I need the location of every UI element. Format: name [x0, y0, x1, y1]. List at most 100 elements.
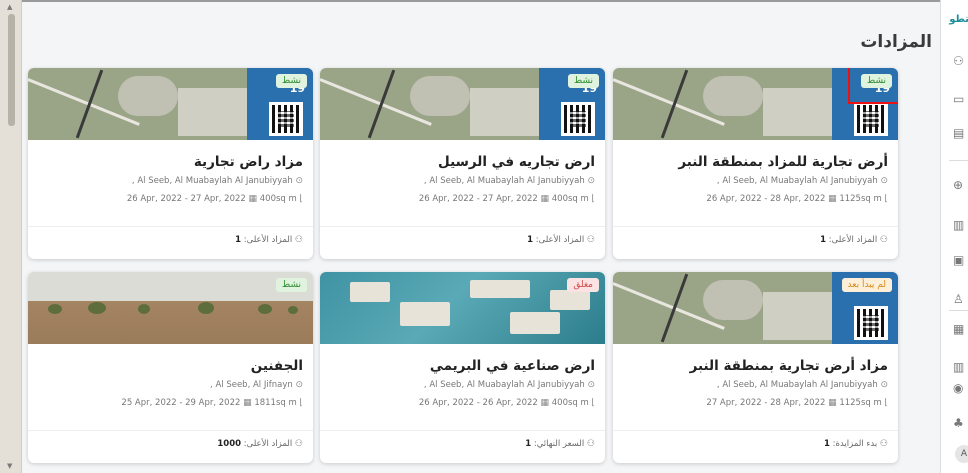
bid-value: 1000: [217, 439, 242, 449]
right-sidebar: تطو ⚇ ▭ ▤ ⊕ ▥ ▣ ♙ ▦ ▥ ◉ ♣ A: [940, 0, 968, 473]
sidebar-tab-label[interactable]: تطو: [941, 14, 968, 25]
bid-label: بدء المزايدة:: [832, 439, 878, 449]
building-icon[interactable]: ▥: [953, 218, 964, 232]
location-text: Al Seeb, Al Jifnayn ,: [210, 380, 293, 390]
auction-location: ⊙ Al Seeb, Al Muabaylah Al Janubiyyah ,: [424, 380, 595, 390]
location-pin-icon: ⊙: [587, 176, 595, 186]
auction-meta: 27 Apr, 2022 - 28 Apr, 2022 ▦ 1125sq m ⌊: [706, 398, 888, 408]
bidder-icon: ⚇: [879, 235, 888, 245]
id-card-icon[interactable]: ▭: [953, 92, 964, 106]
auction-card[interactable]: 19 نشط ارض تجاريه في الرسيل ⊙ Al Seeb, Al M…: [320, 68, 605, 259]
auction-title[interactable]: أرض تجارية للمزاد بمنطقة النبر: [678, 154, 888, 170]
calendar-icon: ▦: [540, 398, 550, 408]
calendar-icon: ▦: [828, 398, 837, 408]
document-icon[interactable]: ▣: [953, 253, 964, 267]
location-text: Al Seeb, Al Muabaylah Al Janubiyyah ,: [423, 176, 585, 186]
location-pin-icon: ⊙: [880, 176, 888, 186]
auction-location: ⊙ Al Seeb, Al Jifnayn ,: [210, 380, 303, 390]
auction-card[interactable]: 19 نشط أرض تجارية للمزاد بمنطقة النبر ⊙ Al …: [613, 68, 898, 259]
auction-location: ⊙ Al Seeb, Al Muabaylah Al Janubiyyah ,: [424, 176, 595, 186]
auction-card[interactable]: 19 نشط مزاد راض تجارية ⊙ Al Seeb, Al Muabay…: [28, 68, 313, 259]
auction-title[interactable]: ارض صناعية في البريمي: [430, 358, 595, 374]
scroll-down-arrow-icon[interactable]: ▼: [7, 462, 12, 470]
calendar-icon: ▦: [540, 194, 550, 204]
bid-info: ⚇ المزاد الأعلى: 1: [527, 235, 595, 245]
auction-title[interactable]: ارض تجاريه في الرسيل: [438, 154, 595, 170]
bid-value: 1: [235, 235, 242, 245]
card-divider: [613, 430, 898, 431]
auction-dates: 27 Apr, 2022 - 28 Apr, 2022: [706, 398, 826, 408]
card-divider: [28, 430, 313, 431]
area-icon: ⌊: [591, 194, 595, 204]
bidder-icon: ⚇: [294, 235, 303, 245]
bell-icon[interactable]: ♣: [953, 416, 964, 430]
bid-value: 1: [525, 439, 532, 449]
auction-area: 400sq m: [551, 398, 589, 408]
gallery-icon[interactable]: ▦: [953, 322, 964, 336]
page-title: المزادات: [860, 32, 932, 52]
bid-value: 1: [820, 235, 827, 245]
avatar[interactable]: A: [955, 445, 968, 463]
main-content: المزادات 19 نشط أرض تجارية للمزاد بمنطقة ا…: [22, 0, 940, 473]
auction-location: ⊙ Al Seeb, Al Muabaylah Al Janubiyyah ,: [132, 176, 303, 186]
bid-label: المزاد الأعلى:: [243, 439, 293, 449]
auction-meta: 26 Apr, 2022 - 27 Apr, 2022 ▦ 400sq m ⌊: [127, 194, 303, 204]
bid-label: المزاد الأعلى:: [243, 235, 293, 245]
status-badge: نشط: [275, 278, 307, 292]
auction-area: 400sq m: [551, 194, 589, 204]
bid-info: ⚇ بدء المزايدة: 1: [824, 439, 888, 449]
auction-area: 1125sq m: [839, 398, 882, 408]
sidebar-separator: [949, 160, 968, 161]
auction-dates: 26 Apr, 2022 - 28 Apr, 2022: [706, 194, 826, 204]
location-text: Al Seeb, Al Muabaylah Al Janubiyyah ,: [716, 380, 878, 390]
auction-dates: 25 Apr, 2022 - 29 Apr, 2022: [121, 398, 241, 408]
auction-area: 1125sq m: [839, 194, 882, 204]
auction-card-image[interactable]: 19: [28, 68, 313, 140]
location-pin-icon: ⊙: [295, 176, 303, 186]
scrollbar-thumb[interactable]: [8, 14, 15, 126]
area-icon: ⌊: [299, 194, 303, 204]
bid-info: ⚇ المزاد الأعلى: 1: [820, 235, 888, 245]
users-icon[interactable]: ⚇: [953, 54, 964, 68]
calendar-icon: ▦: [243, 398, 252, 408]
auction-card-image[interactable]: [320, 272, 605, 344]
card-divider: [613, 226, 898, 227]
auction-meta: 26 Apr, 2022 - 28 Apr, 2022 ▦ 1125sq m ⌊: [706, 194, 888, 204]
status-badge: مغلق: [567, 278, 599, 292]
page-scrollbar[interactable]: ▲ ▼: [0, 0, 22, 473]
bid-label: المزاد الأعلى:: [535, 235, 585, 245]
area-icon: ⌊: [591, 398, 595, 408]
auction-title[interactable]: مزاد راض تجارية: [194, 154, 303, 170]
status-badge: نشط: [275, 74, 307, 88]
bid-label: السعر النهائي:: [533, 439, 585, 449]
auction-area: 1811sq m: [254, 398, 297, 408]
auction-meta: 25 Apr, 2022 - 29 Apr, 2022 ▦ 1811sq m ⌊: [121, 398, 303, 408]
auction-card[interactable]: لم يبدأ بعد مزاد أرض تجارية بمنطقة النبر ⊙…: [613, 272, 898, 463]
auction-title[interactable]: مزاد أرض تجارية بمنطقة النبر: [690, 358, 888, 374]
bidder-icon: ⚇: [879, 439, 888, 449]
auction-meta: 26 Apr, 2022 - 26 Apr, 2022 ▦ 400sq m ⌊: [419, 398, 595, 408]
scroll-up-arrow-icon[interactable]: ▲: [7, 3, 12, 11]
buildings-icon[interactable]: ▥: [953, 360, 964, 374]
location-text: Al Seeb, Al Muabaylah Al Janubiyyah ,: [131, 176, 293, 186]
globe-icon[interactable]: ⊕: [953, 178, 963, 192]
card-icon[interactable]: ▤: [953, 126, 964, 140]
bidder-icon: ⚇: [294, 439, 303, 449]
location-text: Al Seeb, Al Muabaylah Al Janubiyyah ,: [423, 380, 585, 390]
status-badge: لم يبدأ بعد: [841, 278, 892, 292]
auction-card-image[interactable]: 19: [320, 68, 605, 140]
location-pin-icon: ⊙: [880, 380, 888, 390]
auction-dates: 26 Apr, 2022 - 27 Apr, 2022: [418, 194, 538, 204]
auction-card[interactable]: مغلق ارض صناعية في البريمي ⊙ Al Seeb, Al M…: [320, 272, 605, 463]
auction-meta: 26 Apr, 2022 - 27 Apr, 2022 ▦ 400sq m ⌊: [419, 194, 595, 204]
card-divider: [320, 226, 605, 227]
person-icon[interactable]: ♙: [953, 292, 964, 306]
auction-title[interactable]: الجفنين: [251, 358, 303, 374]
bid-value: 1: [527, 235, 534, 245]
auction-card-image[interactable]: [28, 272, 313, 344]
location-pin-icon: ⊙: [587, 380, 595, 390]
area-icon: ⌊: [884, 398, 888, 408]
area-icon: ⌊: [884, 194, 888, 204]
auction-card[interactable]: نشط الجفنين ⊙ Al Seeb, Al Jifnayn , 25 Apr,…: [28, 272, 313, 463]
circle-icon[interactable]: ◉: [953, 381, 963, 395]
